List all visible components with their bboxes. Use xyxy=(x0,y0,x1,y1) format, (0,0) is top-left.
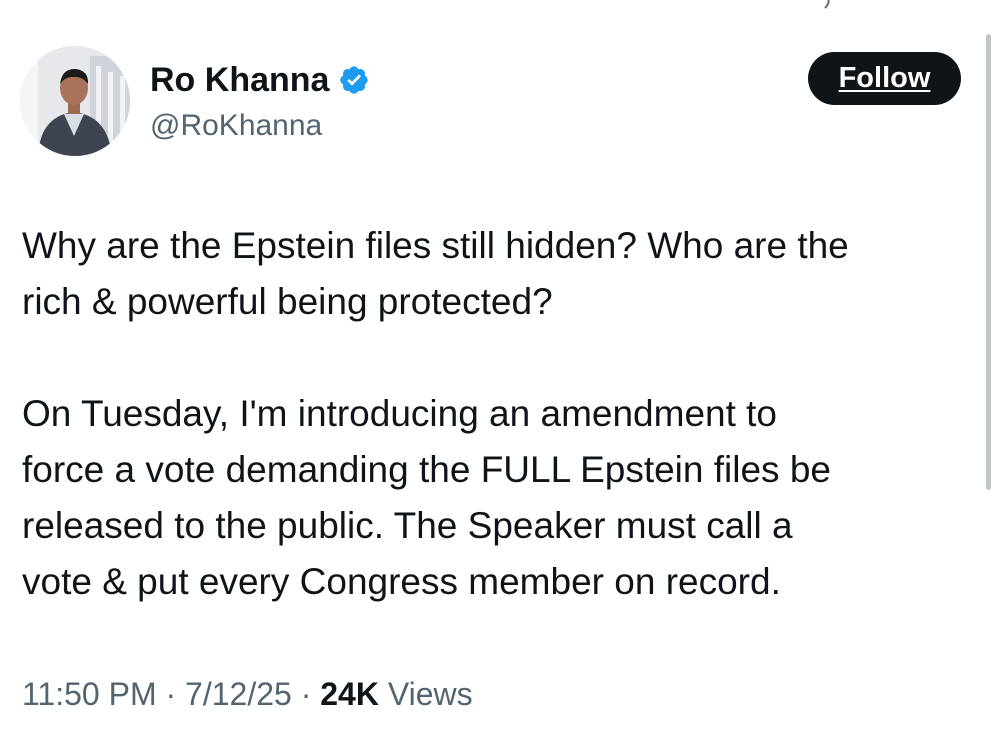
verified-badge-icon[interactable] xyxy=(338,64,370,96)
tweet-paragraph-1: Why are the Epstein files still hidden? … xyxy=(22,225,849,322)
profile-photo xyxy=(20,46,130,156)
avatar[interactable] xyxy=(20,46,130,156)
tweet-body: Why are the Epstein files still hidden? … xyxy=(22,218,972,610)
tweet-paragraph-2: On Tuesday, I'm introducing an amendment… xyxy=(22,393,831,602)
author-display-name[interactable]: Ro Khanna xyxy=(150,58,329,102)
scrollbar[interactable] xyxy=(986,34,991,490)
follow-button[interactable]: Follow xyxy=(808,52,961,105)
tweet-date[interactable]: 7/12/25 xyxy=(185,676,292,712)
tweet-time[interactable]: 11:50 PM xyxy=(22,676,157,712)
meta-separator: · xyxy=(165,676,177,712)
meta-separator: · xyxy=(300,676,312,712)
views-label: Views xyxy=(387,676,473,712)
tweet-card: Ro Khanna @RoKhanna Follow Why are the E… xyxy=(0,0,1000,742)
author-name-row: Ro Khanna xyxy=(150,58,370,102)
edge-artifact xyxy=(824,0,830,9)
views-count: 24K xyxy=(320,676,379,712)
author-handle[interactable]: @RoKhanna xyxy=(150,106,322,146)
tweet-meta: 11:50 PM · 7/12/25 · 24K Views xyxy=(22,672,473,716)
